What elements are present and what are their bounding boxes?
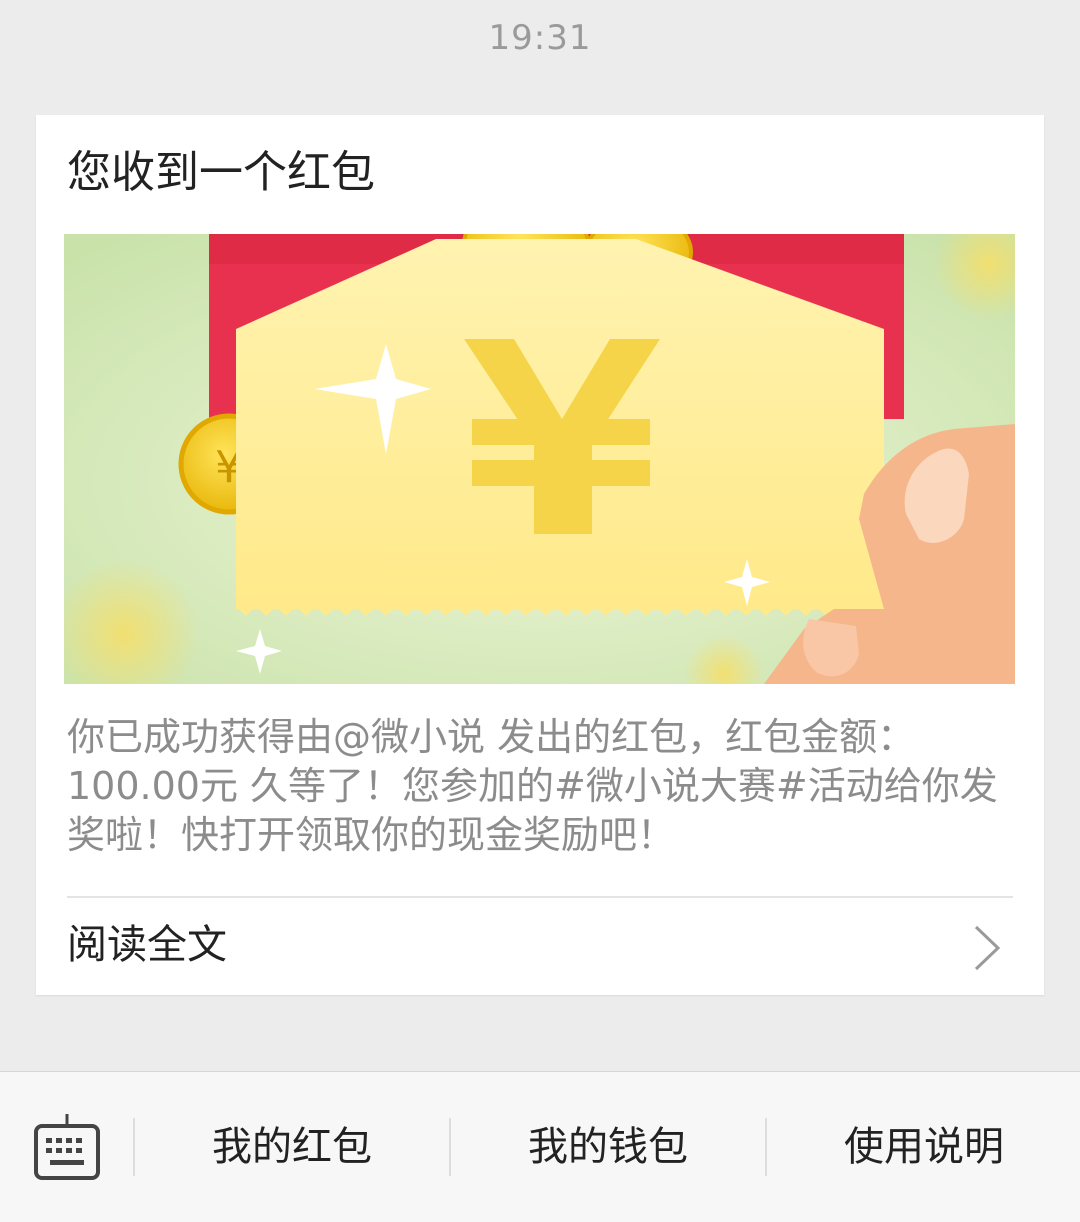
red-envelope-message-card[interactable]: 您收到一个红包 ¥ 你已成功获得由@微小说 发出的红包，红包金额：100.00元… [36,115,1044,995]
chat-screen: 19:31 您收到一个红包 ¥ 你已成功获得由@微小说 发出的红包，红包金额：1… [0,0,1080,1222]
keyboard-toggle-button[interactable] [0,1072,134,1222]
chevron-right-icon [974,925,1001,971]
menu-my-wallet[interactable]: 我的钱包 [451,1072,765,1222]
bottom-menu-bar: 我的红包 我的钱包 使用说明 [0,1071,1080,1222]
message-timestamp: 19:31 [488,18,592,58]
menu-instructions[interactable]: 使用说明 [767,1072,1080,1222]
card-title: 您收到一个红包 [67,147,375,198]
read-full-text-link[interactable]: 阅读全文 [36,898,1044,995]
message-description: 你已成功获得由@微小说 发出的红包，红包金额：100.00元 久等了！您参加的#… [67,715,998,857]
read-full-text-label: 阅读全文 [67,922,227,968]
keyboard-icon [34,1114,100,1180]
red-envelope-banner-image[interactable]: ¥ [64,234,1015,684]
menu-my-red-envelopes[interactable]: 我的红包 [135,1072,449,1222]
